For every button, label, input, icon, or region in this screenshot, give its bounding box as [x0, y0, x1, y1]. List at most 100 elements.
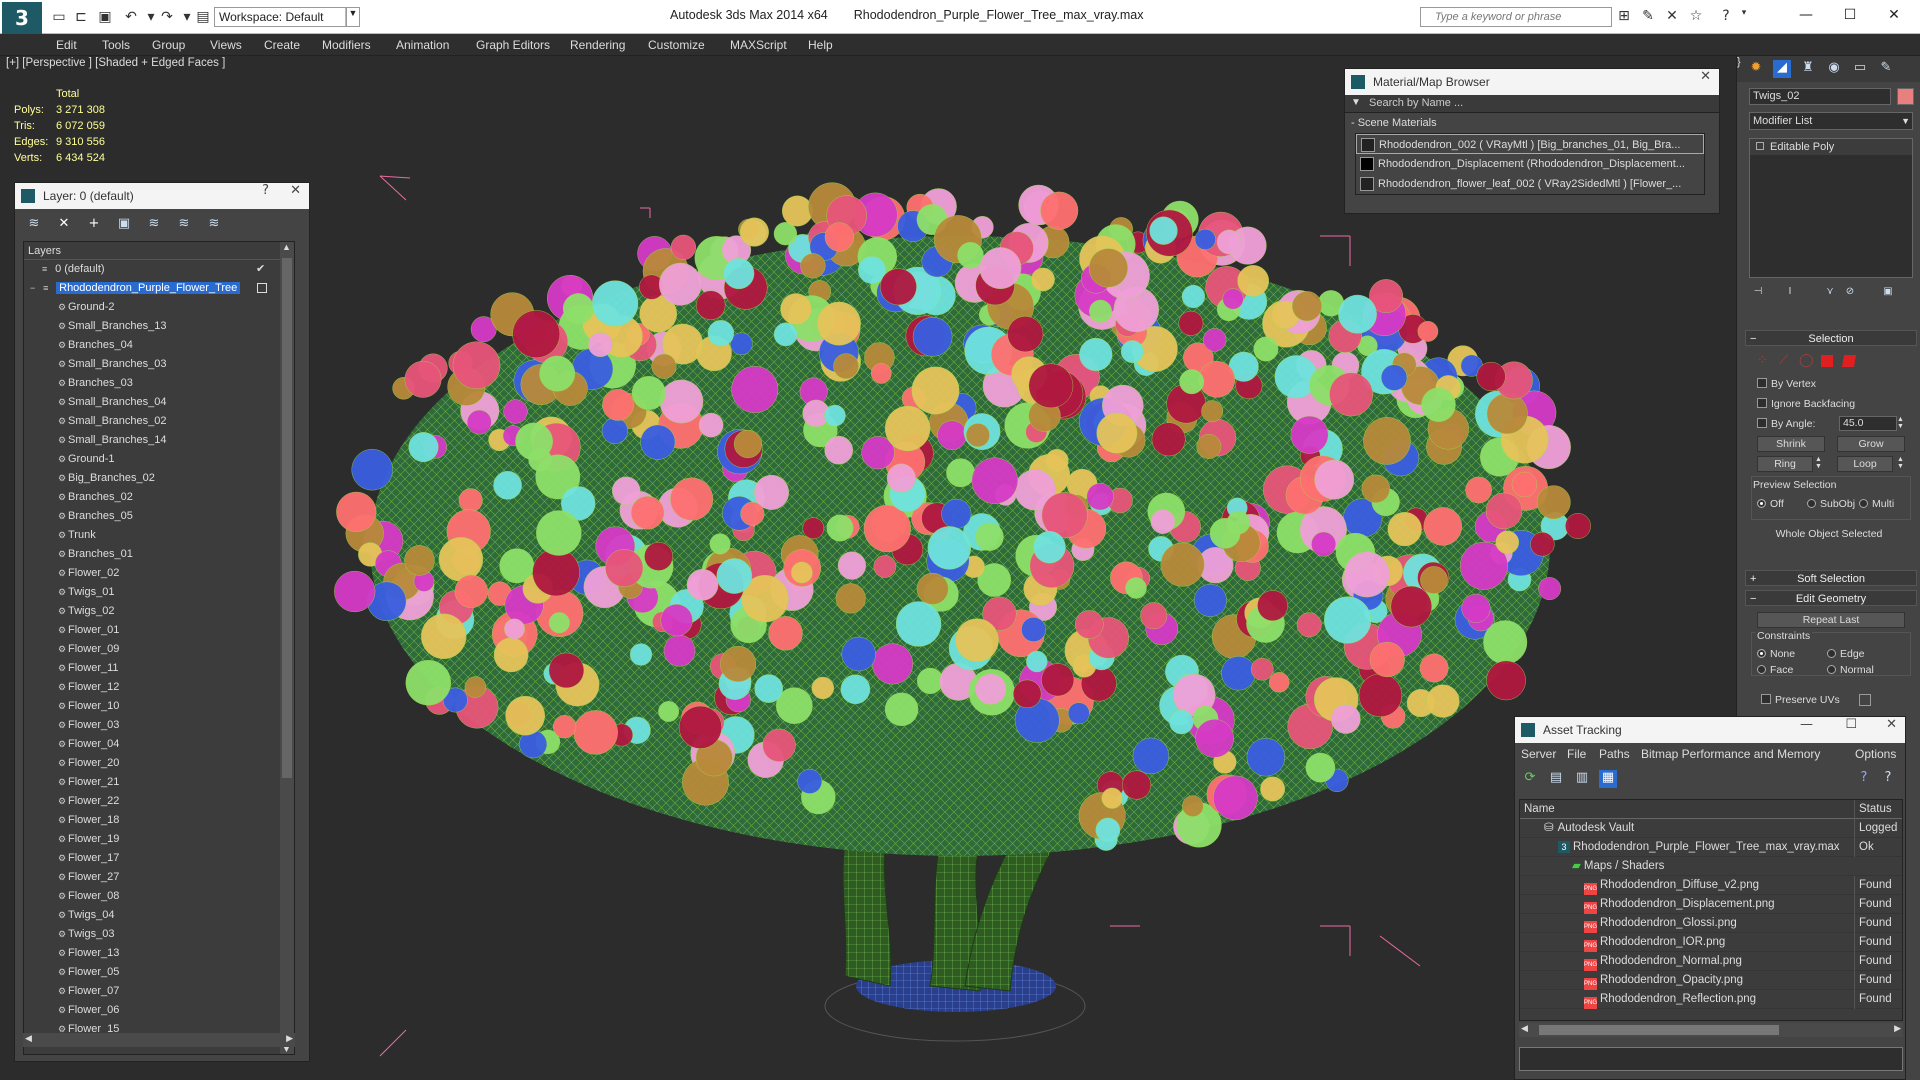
layer-object-row[interactable]: ⚙ Twigs_02: [24, 602, 294, 621]
pin-stack-icon[interactable]: ⊣: [1749, 286, 1767, 304]
asset-row[interactable]: PNG Rhododendron_Displacement.png Found: [1520, 895, 1902, 914]
workspace-dropdown[interactable]: Workspace: Default ▼: [214, 7, 360, 27]
layer-object-row[interactable]: ⚙ Flower_21: [24, 773, 294, 792]
layer-object-row[interactable]: ⚙ Flower_07: [24, 982, 294, 1001]
scroll-up-icon[interactable]: ▲: [282, 242, 291, 252]
col-name-header[interactable]: Name: [1520, 800, 1852, 819]
minimize-icon[interactable]: —: [1800, 717, 1813, 732]
layer-object-row[interactable]: ⚙ Flower_12: [24, 678, 294, 697]
menu-tools[interactable]: Tools: [102, 38, 130, 52]
open-file-icon[interactable]: ⊏: [72, 8, 90, 26]
layer-object-row[interactable]: ⚙ Small_Branches_02: [24, 412, 294, 431]
hide-all-layers-icon[interactable]: ≋: [175, 216, 193, 234]
layer-object-row[interactable]: ⚙ Flower_20: [24, 754, 294, 773]
help-dropdown-icon[interactable]: ▾: [1734, 8, 1754, 26]
save-file-icon[interactable]: ▣: [96, 8, 114, 26]
preview-subobj-radio[interactable]: SubObj: [1807, 498, 1855, 510]
preserve-uvs-settings-icon[interactable]: [1859, 694, 1871, 706]
preview-off-radio[interactable]: Off: [1757, 498, 1784, 510]
scroll-thumb[interactable]: [282, 258, 292, 778]
highlight-layer-icon[interactable]: ≋: [145, 216, 163, 234]
options-dropdown-icon[interactable]: ▼: [1351, 97, 1361, 108]
menu-edit[interactable]: Edit: [56, 38, 77, 52]
asset-row[interactable]: PNG Rhododendron_Glossi.png Found: [1520, 914, 1902, 933]
favorites-star-icon[interactable]: ☆: [1686, 8, 1706, 26]
scroll-thumb[interactable]: [1539, 1025, 1779, 1035]
layer-object-row[interactable]: ⚙ Flower_04: [24, 735, 294, 754]
layer-object-row[interactable]: ⚙ Small_Branches_13: [24, 317, 294, 336]
layer-object-row[interactable]: ⚙ Branches_01: [24, 545, 294, 564]
layer-object-row[interactable]: ⚙ Flower_22: [24, 792, 294, 811]
object-name-field[interactable]: Twigs_02: [1749, 88, 1891, 105]
layer-object-row[interactable]: ⚙ Small_Branches_03: [24, 355, 294, 374]
edit-geometry-header[interactable]: − Edit Geometry: [1745, 590, 1917, 606]
layer-object-row[interactable]: ⚙ Big_Branches_02: [24, 469, 294, 488]
layer-object-row[interactable]: ⚙ Flower_08: [24, 887, 294, 906]
menu-create[interactable]: Create: [264, 38, 300, 52]
scroll-right-icon[interactable]: ▶: [286, 1033, 293, 1044]
viewport-label[interactable]: [+] [Perspective ] [Shaded + Edged Faces…: [6, 57, 225, 69]
layer-object-row[interactable]: ⚙ Flower_09: [24, 640, 294, 659]
layer-object-row[interactable]: ⚙ Branches_03: [24, 374, 294, 393]
grow-button[interactable]: Grow: [1837, 436, 1905, 452]
new-file-icon[interactable]: ▭: [50, 8, 68, 26]
layer-object-row[interactable]: ⚙ Trunk: [24, 526, 294, 545]
modifier-list-dropdown[interactable]: Modifier List ▼: [1749, 112, 1913, 130]
undo-icon[interactable]: ↶: [122, 8, 140, 26]
layer-object-row[interactable]: ⚙ Flower_05: [24, 963, 294, 982]
asset-row[interactable]: PNG Rhododendron_Normal.png Found: [1520, 952, 1902, 971]
layer-object-row[interactable]: ⚙ Flower_17: [24, 849, 294, 868]
constraint-face-radio[interactable]: Face: [1757, 664, 1793, 676]
infocenter-search-input[interactable]: Type a keyword or phrase: [1420, 7, 1612, 27]
object-color-swatch[interactable]: [1897, 88, 1914, 105]
layer-object-row[interactable]: ⚙ Small_Branches_14: [24, 431, 294, 450]
menu-group[interactable]: Group: [152, 38, 185, 52]
maximize-icon[interactable]: ☐: [1845, 717, 1857, 732]
binoculars-icon[interactable]: ⊞: [1614, 8, 1634, 26]
close-window-button[interactable]: ✕: [1874, 4, 1914, 26]
asset-horizontal-scrollbar[interactable]: ◀ ▶: [1519, 1023, 1903, 1037]
material-item[interactable]: Rhododendron_002 ( VRayMtl ) [Big_branch…: [1356, 134, 1704, 154]
loop-spinner-icon[interactable]: ▲ ▼: [1897, 456, 1904, 470]
layer-object-row[interactable]: ⚙ Small_Branches_04: [24, 393, 294, 412]
asset-row[interactable]: PNG Rhododendron_Reflection.png Found: [1520, 990, 1902, 1009]
project-folder-icon[interactable]: ▤: [194, 8, 212, 26]
edge-level-icon[interactable]: ⟋: [1779, 352, 1788, 368]
close-icon[interactable]: ✕: [290, 183, 301, 198]
asset-path-field[interactable]: [1519, 1047, 1903, 1071]
layer-object-row[interactable]: ⚙ Twigs_01: [24, 583, 294, 602]
loop-button[interactable]: Loop: [1837, 456, 1893, 472]
delete-layer-icon[interactable]: ✕: [55, 216, 73, 234]
modify-tab-icon[interactable]: ◢: [1773, 60, 1791, 78]
menu-rendering[interactable]: Rendering: [570, 38, 625, 52]
utilities-tab-icon[interactable]: ✎: [1877, 60, 1895, 78]
stack-expand-icon[interactable]: [1756, 142, 1764, 150]
asset-row[interactable]: PNG Rhododendron_Opacity.png Found: [1520, 971, 1902, 990]
menu-maxscript[interactable]: MAXScript: [730, 38, 787, 52]
layer-object-row[interactable]: ⚙ Flower_18: [24, 811, 294, 830]
layer-row-rhododendron[interactable]: − ≡ Rhododendron_Purple_Flower_Tree: [24, 279, 294, 298]
add-to-layer-icon[interactable]: +: [85, 216, 103, 234]
layer-panel-titlebar[interactable]: Layer: 0 (default) ? ✕: [15, 183, 309, 209]
table-view-icon[interactable]: ▦: [1599, 770, 1617, 788]
minimize-button[interactable]: —: [1786, 4, 1826, 26]
scroll-left-icon[interactable]: ◀: [1521, 1023, 1528, 1034]
layer-object-row[interactable]: ⚙ Twigs_03: [24, 925, 294, 944]
selection-rollout-header[interactable]: − Selection: [1745, 330, 1917, 346]
set-active-layer-icon[interactable]: [257, 283, 267, 293]
tree-view-icon[interactable]: ▥: [1573, 770, 1591, 788]
layer-object-row[interactable]: ⚙ Flower_02: [24, 564, 294, 583]
scroll-right-icon[interactable]: ▶: [1894, 1023, 1901, 1034]
display-tab-icon[interactable]: ▭: [1851, 60, 1869, 78]
make-unique-icon[interactable]: ⋎: [1821, 286, 1839, 304]
asset-row[interactable]: PNG Rhododendron_IOR.png Found: [1520, 933, 1902, 952]
shrink-button[interactable]: Shrink: [1757, 436, 1825, 452]
list-view-icon[interactable]: ▤: [1547, 770, 1565, 788]
layer-object-row[interactable]: ⚙ Flower_06: [24, 1001, 294, 1020]
menu-views[interactable]: Views: [210, 38, 242, 52]
by-vertex-checkbox[interactable]: By Vertex: [1757, 378, 1816, 390]
collapse-icon[interactable]: −: [30, 279, 40, 298]
soft-selection-header[interactable]: + Soft Selection: [1745, 570, 1917, 586]
vertex-level-icon[interactable]: ⁘: [1757, 352, 1768, 368]
menu-graph-editors[interactable]: Graph Editors: [476, 38, 550, 52]
